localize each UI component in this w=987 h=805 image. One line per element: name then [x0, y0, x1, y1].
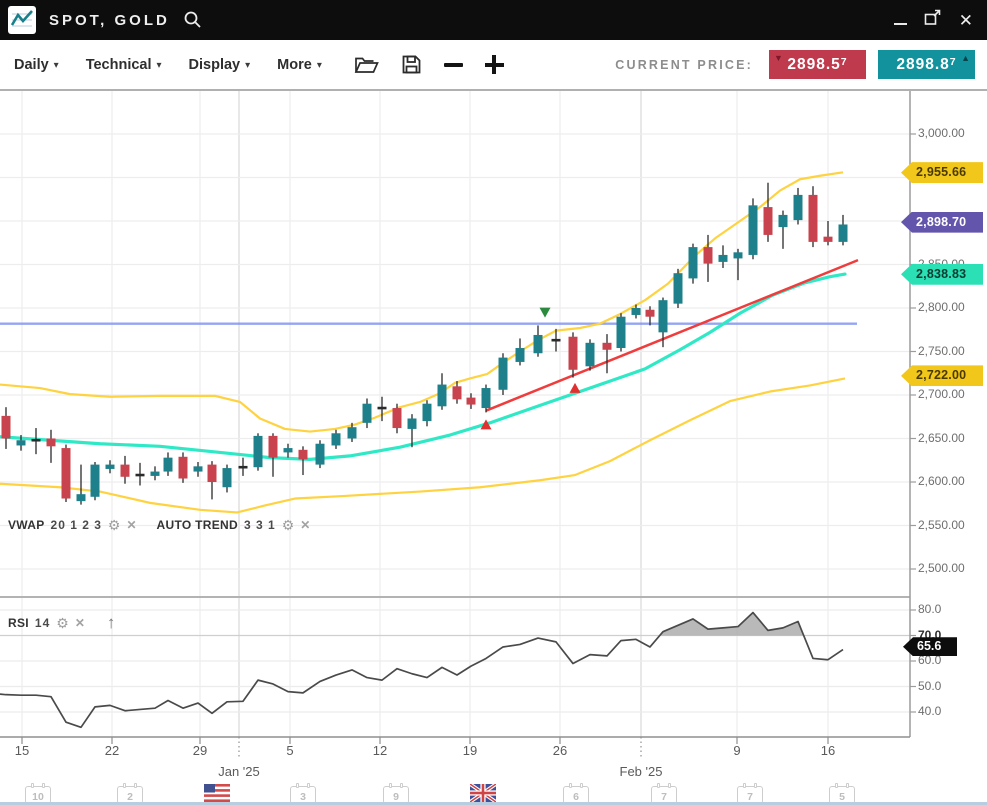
date-axis-label: 12 [358, 743, 402, 758]
bid-price-value: 2898.5 [787, 56, 840, 74]
technical-dropdown-label: Technical [86, 57, 152, 73]
date-axis-label: 22 [90, 743, 134, 758]
zoom-out-button[interactable] [444, 63, 463, 67]
chevron-down-icon: ▾ [157, 60, 162, 71]
chevron-down-icon: ▾ [54, 60, 59, 71]
price-axis-label: 2,750.00 [918, 344, 965, 358]
price-down-arrow-icon: ▼ [774, 53, 784, 63]
price-axis-label: 3,000.00 [918, 126, 965, 140]
calendar-flag-uk-icon[interactable] [470, 784, 496, 802]
autotrend-settings-gear-icon[interactable]: ⚙ [282, 518, 295, 532]
vwap-remove-icon[interactable]: ✕ [126, 518, 136, 532]
rsi-settings-gear-icon[interactable]: ⚙ [56, 616, 69, 630]
date-axis-label: 29 [178, 743, 222, 758]
date-axis-label: 16 [806, 743, 850, 758]
more-dropdown[interactable]: More ▾ [277, 57, 322, 73]
date-axis-label: 5 [268, 743, 312, 758]
rsi-axis-label: 50.0 [918, 679, 941, 693]
date-axis-label: 26 [538, 743, 582, 758]
rsi-move-up-icon[interactable]: ↑ [107, 613, 116, 633]
open-folder-button[interactable] [354, 54, 379, 75]
price-level-badge: 2,898.70 [901, 212, 983, 233]
trading-app-window: SPOT, GOLD ✕ Daily ▾ Technical ▾ Display… [0, 0, 987, 805]
price-axis-label: 2,650.00 [918, 431, 965, 445]
minimize-button[interactable] [894, 23, 907, 25]
technical-dropdown[interactable]: Technical ▾ [86, 57, 162, 73]
vwap-indicator-header: VWAP 20 1 2 3 ⚙ ✕ AUTO TREND 3 3 1 ⚙ ✕ [8, 518, 310, 532]
autotrend-label: AUTO TREND [157, 518, 238, 532]
chevron-down-icon: ▾ [245, 60, 250, 71]
calendar-flag-us-icon[interactable] [204, 784, 230, 802]
rsi-label: RSI [8, 616, 29, 630]
timeframe-dropdown-label: Daily [14, 57, 49, 73]
ask-price-fraction: 7 [950, 56, 957, 68]
ask-price-badge: 2898.87 ▲ [878, 50, 975, 79]
chevron-down-icon: ▾ [317, 60, 322, 71]
chart-toolbar: Daily ▾ Technical ▾ Display ▾ More ▾ CUR… [0, 40, 987, 91]
month-axis-label: Jan '25 [204, 764, 274, 779]
price-axis-label: 2,550.00 [918, 518, 965, 532]
ask-price-value: 2898.8 [896, 56, 949, 74]
month-axis-label: Feb '25 [606, 764, 676, 779]
bid-price-fraction: 7 [841, 56, 848, 68]
price-level-badge: 2,722.00 [901, 365, 983, 386]
app-logo-icon [8, 6, 36, 34]
rsi-axis-label: 80.0 [918, 602, 941, 616]
rsi-remove-icon[interactable]: ✕ [75, 616, 85, 630]
display-dropdown-label: Display [189, 57, 241, 73]
window-title: SPOT, GOLD [49, 12, 170, 29]
rsi-params: 14 [35, 616, 50, 630]
date-axis-label: 9 [715, 743, 759, 758]
bid-price-badge: ▼ 2898.57 [769, 50, 866, 79]
chart-region: VWAP 20 1 2 3 ⚙ ✕ AUTO TREND 3 3 1 ⚙ ✕ R… [0, 91, 987, 805]
current-price-label: CURRENT PRICE: [615, 58, 753, 72]
price-chart-canvas[interactable] [0, 91, 987, 805]
more-dropdown-label: More [277, 57, 312, 73]
popout-window-button[interactable] [924, 9, 942, 31]
price-axis-label: 2,500.00 [918, 561, 965, 575]
price-level-badge: 2,955.66 [901, 162, 983, 183]
display-dropdown[interactable]: Display ▾ [189, 57, 251, 73]
rsi-axis-label: 40.0 [918, 704, 941, 718]
vwap-params: 20 1 2 3 [51, 518, 102, 532]
close-window-icon[interactable]: ✕ [959, 12, 973, 29]
zoom-in-button[interactable] [485, 55, 504, 74]
rsi-indicator-header: RSI 14 ⚙ ✕ ↑ [8, 613, 115, 633]
price-axis-label: 2,600.00 [918, 474, 965, 488]
price-axis-label: 2,800.00 [918, 300, 965, 314]
search-icon[interactable] [183, 10, 202, 34]
timeframe-dropdown[interactable]: Daily ▾ [14, 57, 59, 73]
date-axis-label: 15 [0, 743, 44, 758]
price-up-arrow-icon: ▲ [961, 53, 971, 63]
rsi-value-badge: 65.6 [903, 637, 957, 656]
price-level-badge: 2,838.83 [901, 264, 983, 285]
autotrend-params: 3 3 1 [244, 518, 276, 532]
save-button[interactable] [401, 54, 422, 75]
date-axis-label: 19 [448, 743, 492, 758]
vwap-settings-gear-icon[interactable]: ⚙ [108, 518, 121, 532]
price-axis-label: 2,700.00 [918, 387, 965, 401]
vwap-label: VWAP [8, 518, 45, 532]
title-bar: SPOT, GOLD ✕ [0, 0, 987, 40]
autotrend-remove-icon[interactable]: ✕ [300, 518, 310, 532]
